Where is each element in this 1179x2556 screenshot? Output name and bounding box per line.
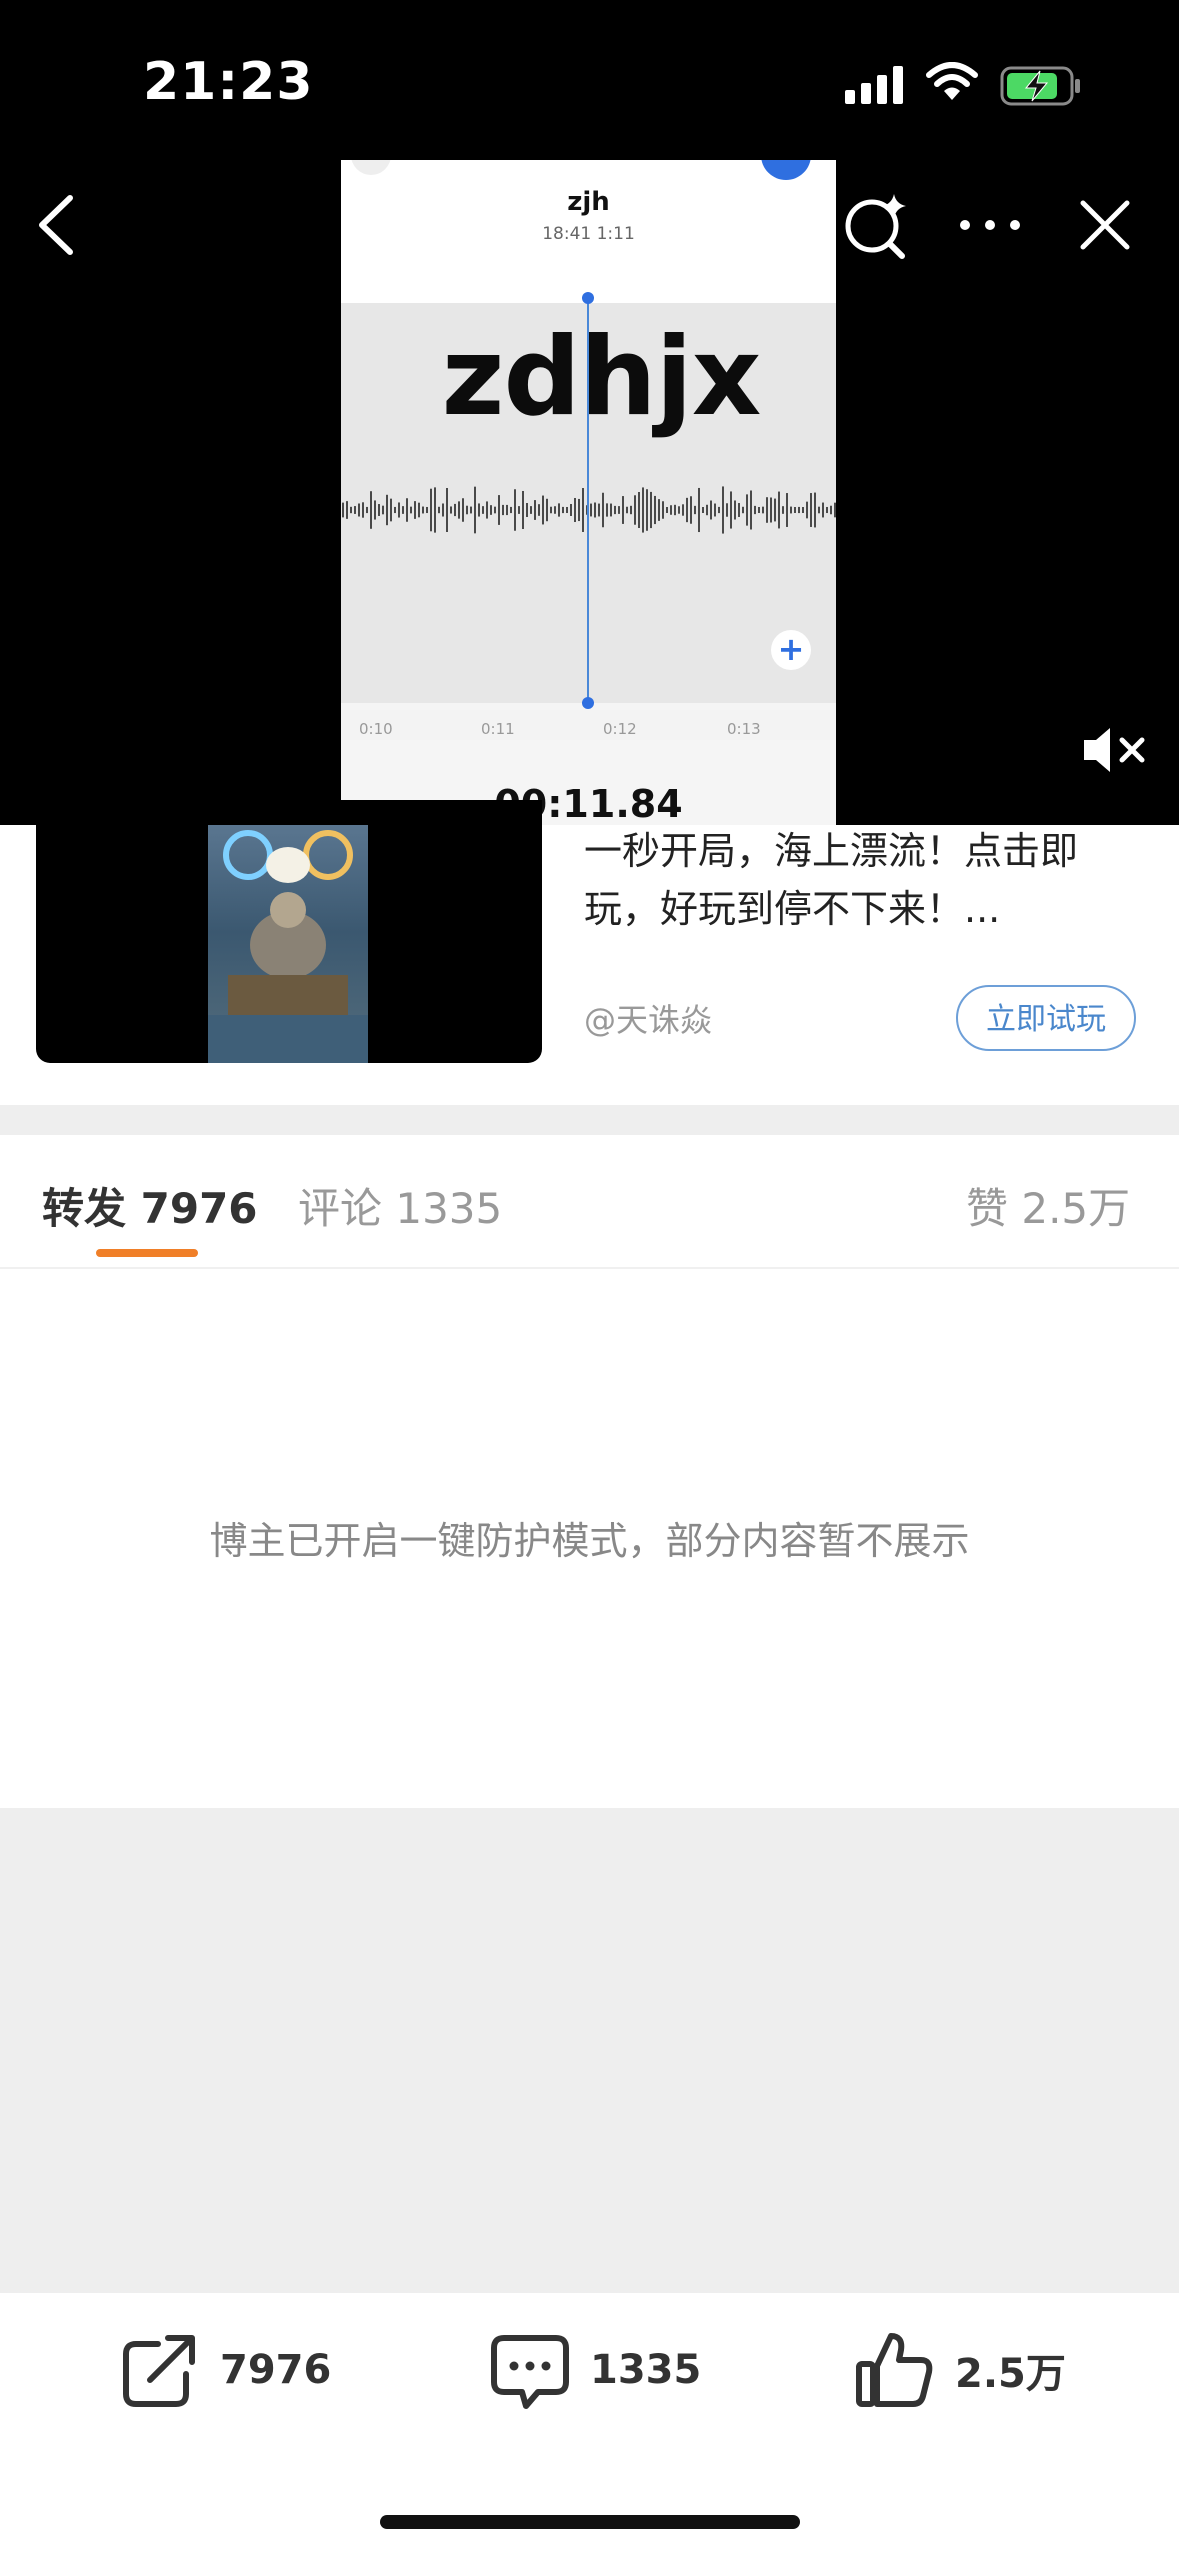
recording-meta: 18:41 1:11	[542, 224, 635, 244]
protection-notice: 博主已开启一键防护模式，部分内容暂不展示	[209, 1519, 970, 1563]
comment-button[interactable]: 1335	[490, 2330, 701, 2410]
timeline-tick: 0:12	[603, 720, 637, 738]
timeline-tick: 0:10	[359, 720, 393, 738]
close-button[interactable]	[1075, 195, 1135, 255]
video-frame: zjh 18:41 1:11 zdhjx + 0:10 0:11 0:12 0:…	[341, 160, 836, 825]
empty-area	[0, 1808, 1179, 2293]
repost-count: 7976	[220, 2347, 332, 2393]
play-now-button[interactable]: 立即试玩	[956, 985, 1136, 1051]
timeline-ruler: 0:10 0:11 0:12 0:13	[341, 710, 836, 740]
comment-icon	[491, 2335, 569, 2409]
wifi-icon	[925, 62, 979, 106]
like-button[interactable]: 2.5万	[855, 2330, 1066, 2410]
cellular-signal-icon	[845, 66, 907, 108]
thumbs-up-icon	[856, 2333, 933, 2407]
ai-search-button[interactable]	[840, 190, 910, 260]
playhead-handle-top	[582, 292, 594, 304]
speaker-muted-icon	[1084, 728, 1145, 772]
comment-count: 1335	[590, 2347, 702, 2393]
playhead-handle-bottom	[582, 697, 594, 709]
more-button[interactable]	[955, 205, 1025, 245]
status-time: 21:23	[143, 52, 314, 112]
active-tab-indicator	[96, 1249, 198, 1257]
back-button[interactable]	[30, 190, 80, 260]
ad-author[interactable]: @天诛焱	[584, 995, 712, 1041]
timeline-tick: 0:13	[727, 720, 761, 738]
repost-button[interactable]: 7976	[120, 2330, 331, 2410]
recording-name: zjh	[567, 187, 610, 217]
ad-thumbnail[interactable]	[36, 800, 542, 1063]
timeline-tick: 0:11	[481, 720, 515, 738]
like-count: 2.5万	[955, 2351, 1066, 2397]
add-button: +	[771, 630, 811, 670]
tab-comment[interactable]: 评论 1335	[298, 1175, 502, 1236]
tab-divider	[0, 1267, 1179, 1269]
tab-repost[interactable]: 转发 7976	[42, 1175, 258, 1236]
battery-charging-icon	[1000, 66, 1082, 110]
sparkle-search-icon	[845, 194, 906, 259]
chevron-left-icon	[39, 195, 73, 255]
share-icon	[123, 2335, 195, 2407]
playhead-line	[587, 296, 589, 704]
tab-like[interactable]: 赞 2.5万	[966, 1175, 1130, 1236]
game-artwork	[208, 825, 368, 1063]
more-dots-icon	[960, 220, 1020, 230]
close-icon	[1080, 200, 1130, 250]
ad-text[interactable]: 一秒开局，海上漂流！点击即玩，好玩到停不下来！...	[584, 822, 1144, 938]
section-divider	[0, 1105, 1179, 1135]
home-indicator[interactable]	[380, 2515, 800, 2529]
mute-button[interactable]	[1080, 720, 1150, 780]
